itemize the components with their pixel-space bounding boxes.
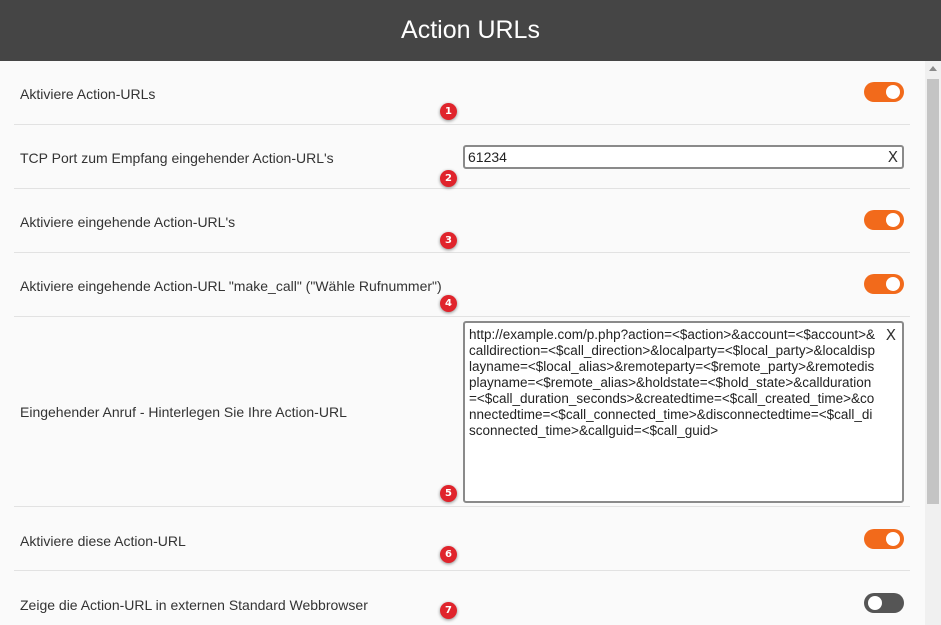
incoming-call-url-textarea[interactable]: http://example.com/p.php?action=<$action… [463, 321, 904, 503]
enable-this-url-toggle[interactable] [864, 529, 904, 549]
scroll-thumb[interactable] [927, 79, 939, 504]
toggle-knob [868, 596, 882, 610]
annotation-badge-2: 2 [440, 170, 457, 187]
page-title: Action URLs [401, 16, 540, 44]
setting-label: TCP Port zum Empfang eingehender Action-… [20, 150, 334, 166]
annotation-badge-7: 7 [440, 602, 457, 619]
setting-row-show-in-browser: Zeige die Action-URL in externen Standar… [14, 571, 910, 625]
annotation-badge-4: 4 [440, 295, 457, 312]
clear-icon[interactable]: X [888, 148, 898, 166]
setting-label: Aktiviere diese Action-URL [20, 533, 186, 549]
setting-row-incoming-call-url: Eingehender Anruf - Hinterlegen Sie Ihre… [14, 317, 910, 507]
toggle-knob [886, 532, 900, 546]
annotation-badge-1: 1 [440, 103, 457, 120]
setting-label: Aktiviere eingehende Action-URL "make_ca… [20, 278, 442, 294]
annotation-badge-6: 6 [440, 546, 457, 563]
incoming-call-url-value: http://example.com/p.php?action=<$action… [469, 327, 876, 438]
show-in-browser-toggle[interactable] [864, 593, 904, 613]
scroll-up-arrow-icon[interactable] [929, 66, 937, 71]
setting-row-tcp-port: TCP Port zum Empfang eingehender Action-… [14, 125, 910, 189]
settings-list: Aktiviere Action-URLs 1 TCP Port zum Emp… [0, 61, 925, 625]
clear-icon[interactable]: X [886, 326, 896, 344]
toggle-knob [886, 277, 900, 291]
toggle-knob [886, 213, 900, 227]
setting-row-enable-incoming: Aktiviere eingehende Action-URL's [14, 189, 910, 253]
setting-row-enable-make-call: Aktiviere eingehende Action-URL "make_ca… [14, 253, 910, 317]
enable-action-urls-toggle[interactable] [864, 82, 904, 102]
setting-label: Zeige die Action-URL in externen Standar… [20, 597, 368, 613]
enable-incoming-toggle[interactable] [864, 210, 904, 230]
annotation-badge-5: 5 [440, 485, 457, 502]
vertical-scrollbar[interactable] [925, 61, 941, 625]
enable-make-call-toggle[interactable] [864, 274, 904, 294]
setting-label: Eingehender Anruf - Hinterlegen Sie Ihre… [20, 404, 347, 420]
setting-row-enable-action-urls: Aktiviere Action-URLs [14, 61, 910, 125]
tcp-port-value: 61234 [468, 149, 507, 165]
toggle-knob [886, 85, 900, 99]
app-header: Action URLs [0, 0, 941, 61]
annotation-badge-3: 3 [440, 232, 457, 249]
setting-label: Aktiviere eingehende Action-URL's [20, 214, 236, 230]
setting-label: Aktiviere Action-URLs [20, 86, 156, 102]
tcp-port-input[interactable]: 61234 X [463, 145, 904, 169]
setting-row-enable-this-url: Aktiviere diese Action-URL [14, 507, 910, 571]
